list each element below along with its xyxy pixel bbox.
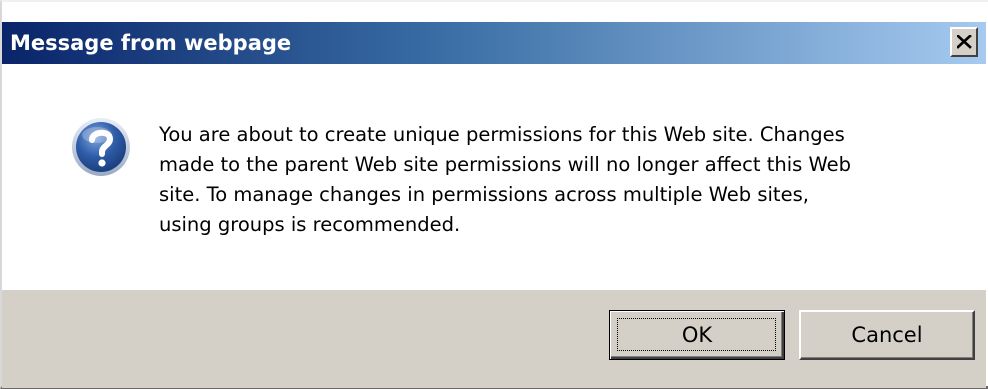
message-dialog: Message from webpage You are about to cr… [0,0,988,389]
dialog-title: Message from webpage [10,31,292,55]
close-button[interactable] [950,27,978,57]
dialog-message: You are about to create unique permissio… [159,120,949,240]
ok-button[interactable]: OK [609,310,785,360]
message-line: site. To manage changes in permissions a… [159,183,809,206]
dialog-content: You are about to create unique permissio… [2,64,986,290]
dialog-titlebar[interactable]: Message from webpage [2,22,986,64]
message-line: using groups is recommended. [159,213,461,236]
dialog-button-bar: OK Cancel [2,290,986,388]
question-icon [72,118,130,176]
ok-button-label: OK [681,323,713,347]
cancel-button-label: Cancel [851,323,923,347]
message-line: You are about to create unique permissio… [159,123,845,146]
close-icon [957,35,972,49]
cancel-button[interactable]: Cancel [799,310,975,360]
message-line: made to the parent Web site permissions … [159,153,852,176]
